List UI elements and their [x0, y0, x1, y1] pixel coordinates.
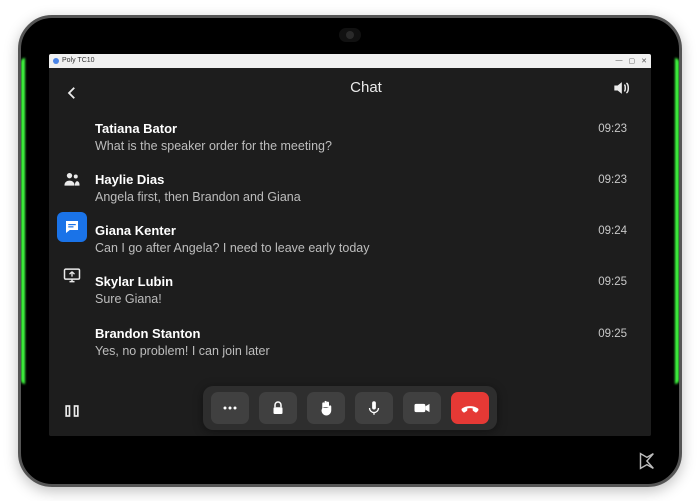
lock-button[interactable]: [259, 392, 297, 424]
message-text: Can I go after Angela? I need to leave e…: [95, 240, 370, 256]
window-minimize[interactable]: —: [616, 57, 623, 65]
end-call-button[interactable]: [451, 392, 489, 424]
lock-icon: [269, 399, 287, 417]
message-time: 09:25: [598, 274, 633, 288]
led-right: [675, 58, 679, 384]
message-sender: Brandon Stanton: [95, 326, 270, 341]
message-sender: Skylar Lubin: [95, 274, 173, 289]
sidebar-item-chat[interactable]: [57, 212, 87, 242]
sidebar-item-layout[interactable]: [57, 396, 87, 426]
message-row[interactable]: Haylie Dias Angela first, then Brandon an…: [95, 163, 637, 214]
main: Chat Tatiana Bator What is the speaker or…: [95, 68, 651, 436]
camera-icon: [412, 398, 432, 418]
page-title: Chat: [350, 79, 382, 96]
window-titlebar: Poly TC10 — ▢ ✕: [49, 54, 651, 68]
message-text: Yes, no problem! I can join later: [95, 343, 270, 359]
window-close[interactable]: ✕: [641, 57, 647, 65]
message-text: Angela first, then Brandon and Giana: [95, 189, 301, 205]
call-toolbar: [203, 386, 497, 430]
window-maximize[interactable]: ▢: [629, 57, 636, 65]
chat-icon: [63, 218, 81, 236]
sidebar-item-share[interactable]: [57, 260, 87, 290]
message-row[interactable]: Giana Kenter Can I go after Angela? I nee…: [95, 214, 637, 265]
message-time: 09:24: [598, 223, 633, 237]
screen: Poly TC10 — ▢ ✕: [49, 54, 651, 436]
app: Chat Tatiana Bator What is the speaker or…: [49, 68, 651, 436]
window-title: Poly TC10: [62, 57, 95, 64]
message-sender: Haylie Dias: [95, 172, 301, 187]
sidebar-item-people[interactable]: [57, 164, 87, 194]
back-button[interactable]: [57, 78, 87, 108]
volume-button[interactable]: [605, 78, 637, 98]
sidebar: [49, 68, 95, 436]
led-left: [21, 58, 25, 384]
message-text: Sure Giana!: [95, 291, 173, 307]
message-row[interactable]: Tatiana Bator What is the speaker order f…: [95, 112, 637, 163]
arrow-left-icon: [63, 84, 81, 102]
raise-hand-button[interactable]: [307, 392, 345, 424]
share-screen-icon: [62, 265, 82, 285]
message-text: What is the speaker order for the meetin…: [95, 138, 332, 154]
device-camera: [339, 28, 361, 42]
app-icon: [53, 58, 59, 64]
more-button[interactable]: [211, 392, 249, 424]
message-row[interactable]: Skylar Lubin Sure Giana! 09:25: [95, 265, 637, 316]
message-sender: Tatiana Bator: [95, 121, 332, 136]
volume-icon: [611, 78, 631, 98]
layout-icon: [62, 401, 82, 421]
more-icon: [220, 398, 240, 418]
message-sender: Giana Kenter: [95, 223, 370, 238]
mic-icon: [365, 399, 383, 417]
device-frame: Poly TC10 — ▢ ✕: [18, 15, 682, 487]
message-time: 09:25: [598, 326, 633, 340]
message-time: 09:23: [598, 172, 633, 186]
mic-button[interactable]: [355, 392, 393, 424]
end-call-icon: [459, 397, 481, 419]
brand-logo: [635, 450, 657, 472]
header: Chat: [95, 68, 637, 108]
message-row[interactable]: Brandon Stanton Yes, no problem! I can jo…: [95, 317, 637, 368]
raise-hand-icon: [317, 399, 335, 417]
message-time: 09:23: [598, 121, 633, 135]
camera-button[interactable]: [403, 392, 441, 424]
people-icon: [62, 169, 82, 189]
